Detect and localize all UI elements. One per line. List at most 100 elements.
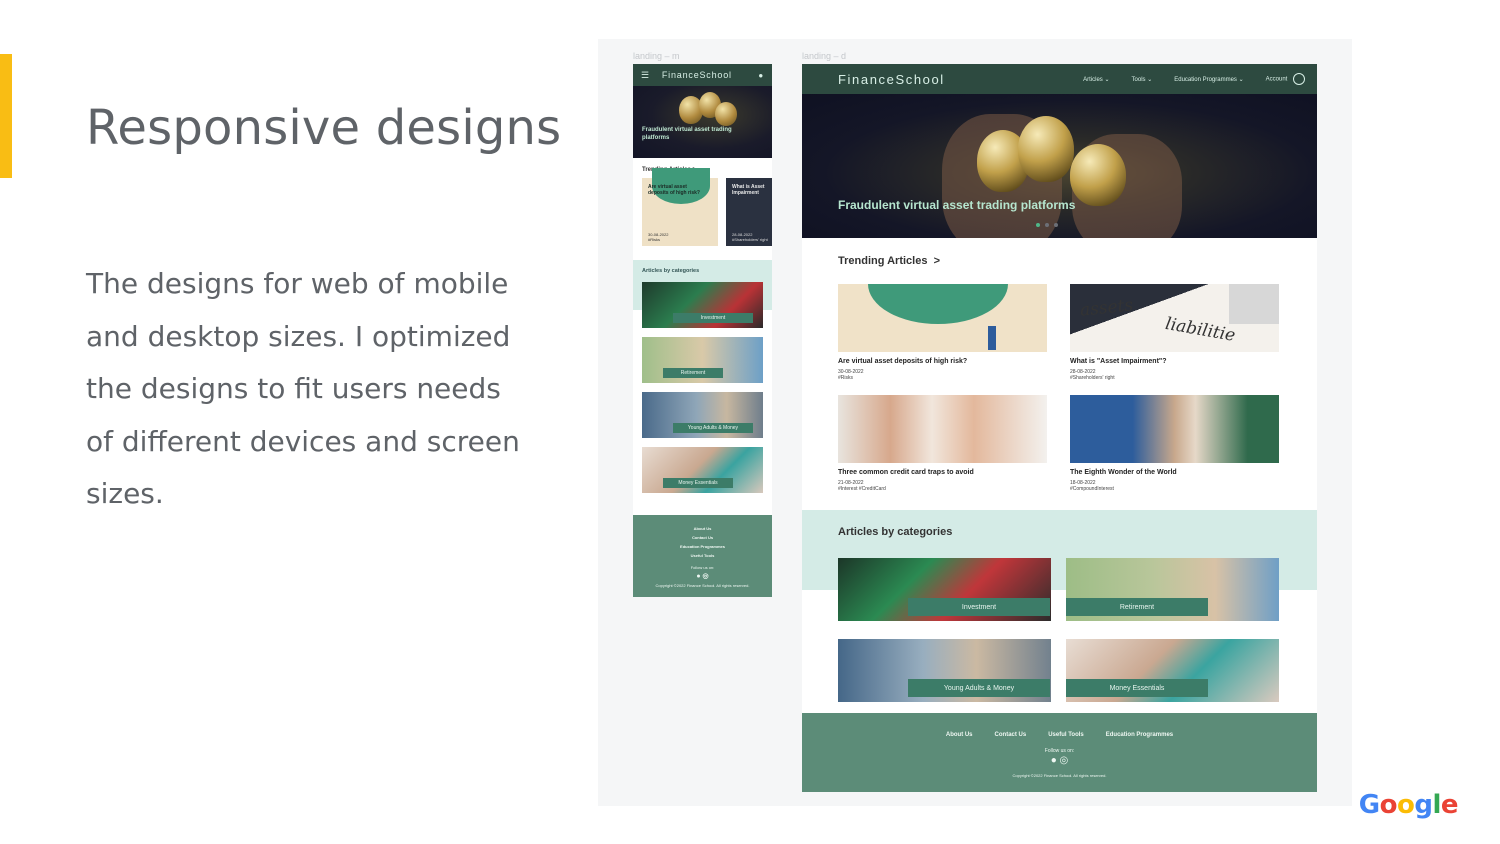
mobile-category-label: Money Essentials xyxy=(663,478,733,488)
article-title: The Eighth Wonder of the World xyxy=(1070,469,1177,476)
mobile-hero-banner[interactable]: Fraudulent virtual asset trading platfor… xyxy=(633,86,772,158)
carousel-dot[interactable] xyxy=(1054,223,1058,227)
slide-body-text: The designs for web of mobile and deskto… xyxy=(86,267,520,510)
article-card[interactable]: The Eighth Wonder of the World 18-08-202… xyxy=(1070,395,1279,492)
category-label: Money Essentials xyxy=(1066,679,1208,697)
design-canvas: landing – m landing – d ☰ FinanceSchool … xyxy=(598,39,1352,806)
article-card[interactable]: assets liabilitie What is "Asset Impairm… xyxy=(1070,284,1279,381)
desktop-trending-title[interactable]: Trending Articles > xyxy=(838,255,940,267)
carousel-dot[interactable] xyxy=(1036,223,1040,227)
article-tags: #Risks xyxy=(838,375,854,381)
mobile-brand-logo[interactable]: FinanceSchool xyxy=(662,70,758,80)
google-logo: Google xyxy=(1358,790,1459,820)
user-icon[interactable]: ● xyxy=(758,71,764,80)
nav-item-label: Education Programmes xyxy=(1174,76,1237,83)
slide-title: Responsive designs xyxy=(86,100,562,156)
mobile-article-meta: 30-08-2022 #Risks xyxy=(648,232,668,242)
facebook-icon[interactable]: ● xyxy=(696,573,700,580)
mobile-category-label: Retirement xyxy=(663,368,723,378)
golden-egg-image xyxy=(1018,116,1074,182)
chevron-down-icon: ⌄ xyxy=(1238,76,1244,83)
nav-item-account[interactable]: Account xyxy=(1266,73,1305,85)
mobile-article-title: What is Asset Impairment xyxy=(732,184,765,196)
desktop-hero-banner[interactable]: Fraudulent virtual asset trading platfor… xyxy=(802,94,1317,238)
carousel-dot[interactable] xyxy=(1045,223,1049,227)
chevron-right-icon: > xyxy=(933,255,941,267)
mobile-footer-link[interactable]: About Us xyxy=(633,524,772,533)
footer-link-tools[interactable]: Useful Tools xyxy=(1048,732,1084,738)
article-image: assets liabilitie xyxy=(1070,284,1279,352)
instagram-icon[interactable]: ◎ xyxy=(703,573,709,580)
golden-egg-image xyxy=(715,102,737,126)
mobile-category-tile[interactable]: Young Adults & Money xyxy=(642,392,763,438)
chevron-down-icon: ⌄ xyxy=(1147,76,1153,83)
nav-item-label: Account xyxy=(1265,76,1288,83)
facebook-icon[interactable]: ● xyxy=(1051,755,1057,766)
mobile-categories-title: Articles by categories xyxy=(642,268,700,274)
article-tags: #Interest #CreditCard xyxy=(838,486,886,492)
mobile-category-tile[interactable]: Investment xyxy=(642,282,763,328)
mobile-category-tile[interactable]: Retirement xyxy=(642,337,763,383)
user-icon xyxy=(1293,73,1305,85)
desktop-frame-label: landing – d xyxy=(802,51,847,61)
category-tile-young-adults[interactable]: Young Adults & Money xyxy=(838,639,1051,702)
accent-bar xyxy=(0,54,12,178)
nav-item-articles[interactable]: Articles ⌄ xyxy=(1083,76,1109,83)
nav-item-label: Articles xyxy=(1083,76,1103,83)
hamburger-icon[interactable]: ☰ xyxy=(641,70,650,81)
category-tile-investment[interactable]: Investment xyxy=(838,558,1051,621)
mobile-footer-link[interactable]: Education Programmes xyxy=(633,542,772,551)
article-card[interactable]: Three common credit card traps to avoid … xyxy=(838,395,1047,492)
article-title: Are virtual asset deposits of high risk? xyxy=(838,358,968,365)
mobile-footer-link[interactable]: Useful Tools xyxy=(633,551,772,560)
mobile-category-tile[interactable]: Money Essentials xyxy=(642,447,763,493)
category-tile-money-essentials[interactable]: Money Essentials xyxy=(1066,639,1279,702)
footer-link-education[interactable]: Education Programmes xyxy=(1106,732,1173,738)
instagram-icon[interactable]: ◎ xyxy=(1060,755,1069,766)
nav-item-label: Tools xyxy=(1131,76,1146,83)
mobile-copyright: Copyright ©2022 Finance School. All righ… xyxy=(655,583,750,588)
category-label: Investment xyxy=(908,598,1050,616)
carousel-dots[interactable] xyxy=(1036,223,1058,227)
article-title: What is "Asset Impairment"? xyxy=(1070,358,1167,365)
logo-letter: l xyxy=(1432,790,1441,820)
mobile-follow-text: Follow us on: xyxy=(690,565,715,570)
article-image xyxy=(1070,395,1279,463)
mobile-footer: About Us Contact Us Education Programmes… xyxy=(633,515,772,597)
article-image xyxy=(838,284,1047,352)
article-card[interactable]: Are virtual asset deposits of high risk?… xyxy=(838,284,1047,381)
category-tile-retirement[interactable]: Retirement xyxy=(1066,558,1279,621)
article-image xyxy=(838,395,1047,463)
mobile-article-card[interactable]: Are virtual asset deposits of high risk?… xyxy=(642,168,718,246)
logo-letter: e xyxy=(1440,790,1459,820)
chevron-down-icon: ⌄ xyxy=(1104,76,1110,83)
footer-link-contact[interactable]: Contact Us xyxy=(995,732,1027,738)
desktop-navbar: FinanceSchool Articles ⌄ Tools ⌄ Educati… xyxy=(802,64,1317,94)
logo-letter: G xyxy=(1358,790,1380,820)
mobile-article-title: Are virtual asset deposits of high risk? xyxy=(648,184,700,196)
article-meta: 21-08-2022 #Interest #CreditCard xyxy=(838,480,1047,492)
article-tags: #CompoundInterest xyxy=(1070,486,1114,492)
desktop-mockup: FinanceSchool Articles ⌄ Tools ⌄ Educati… xyxy=(802,64,1317,792)
desktop-brand-logo[interactable]: FinanceSchool xyxy=(838,72,1061,87)
mobile-article-card[interactable]: What is Asset Impairment 28-08-2022 #Shar… xyxy=(726,178,772,246)
mobile-article-tags: #Shareholders' right xyxy=(732,237,768,242)
copyright-text: Copyright ©2022 Finance School. All righ… xyxy=(1012,773,1107,778)
footer-link-about[interactable]: About Us xyxy=(946,732,973,738)
nav-item-tools[interactable]: Tools ⌄ xyxy=(1132,76,1153,83)
mobile-category-label: Investment xyxy=(673,313,753,323)
desktop-categories-title: Articles by categories xyxy=(838,526,953,538)
mobile-navbar: ☰ FinanceSchool ● xyxy=(633,64,772,86)
logo-letter: g xyxy=(1414,790,1433,820)
article-title: Three common credit card traps to avoid xyxy=(838,469,974,476)
mobile-article-tags: #Risks xyxy=(648,237,661,242)
mobile-footer-link[interactable]: Contact Us xyxy=(633,533,772,542)
nav-item-education[interactable]: Education Programmes ⌄ xyxy=(1174,76,1243,83)
category-label: Retirement xyxy=(1066,598,1208,616)
mobile-mockup: ☰ FinanceSchool ● Fraudulent virtual ass… xyxy=(633,64,772,597)
footer-links: About Us Contact Us Useful Tools Educati… xyxy=(802,732,1317,738)
desktop-footer: About Us Contact Us Useful Tools Educati… xyxy=(802,713,1317,792)
desktop-hero-title: Fraudulent virtual asset trading platfor… xyxy=(838,198,1076,212)
mobile-social-icons: ● ◎ xyxy=(633,572,772,581)
mobile-frame-label: landing – m xyxy=(633,51,680,61)
